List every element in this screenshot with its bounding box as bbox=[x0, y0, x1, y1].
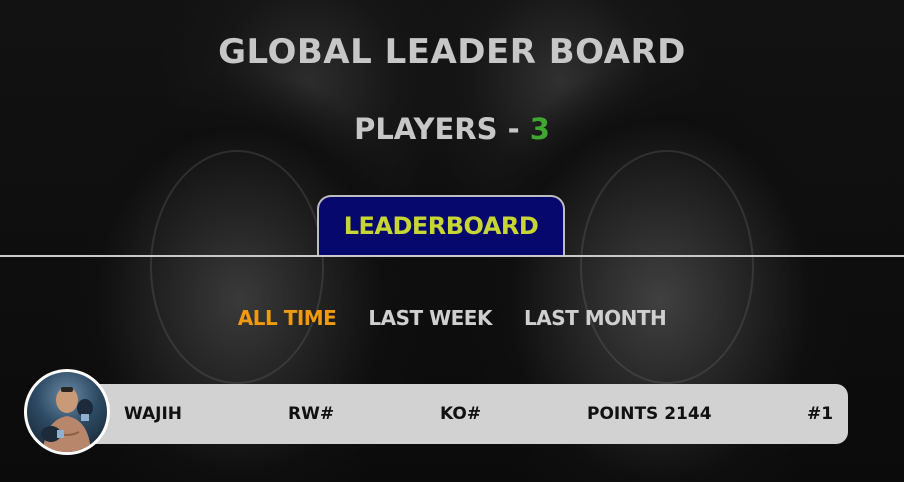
players-count-heading: PLAYERS - 3 bbox=[0, 112, 904, 146]
knockouts: KO# bbox=[440, 404, 482, 424]
left-glove-seam bbox=[150, 150, 324, 384]
player-name: WAJIH bbox=[124, 404, 183, 424]
player-points: POINTS 2144 bbox=[587, 404, 712, 424]
players-label: PLAYERS - bbox=[354, 112, 520, 146]
boxer-avatar-icon bbox=[41, 387, 93, 452]
filter-last-month[interactable]: LAST MONTH bbox=[524, 306, 667, 330]
tab-leaderboard[interactable]: LEADERBOARD bbox=[317, 195, 565, 255]
avatar bbox=[24, 369, 110, 455]
player-rank: #1 bbox=[807, 404, 834, 424]
rounds-won: RW# bbox=[288, 404, 335, 424]
filter-all-time[interactable]: ALL TIME bbox=[238, 306, 337, 330]
players-count: 3 bbox=[529, 112, 550, 146]
page-title: GLOBAL LEADER BOARD bbox=[218, 32, 686, 72]
tab-divider bbox=[0, 255, 904, 257]
right-glove-seam bbox=[580, 150, 754, 384]
filter-last-week[interactable]: LAST WEEK bbox=[368, 306, 492, 330]
leaderboard-row[interactable]: WAJIH RW# KO# POINTS 2144 #1 bbox=[58, 384, 848, 444]
time-filter-bar: ALL TIME LAST WEEK LAST MONTH bbox=[0, 306, 904, 330]
